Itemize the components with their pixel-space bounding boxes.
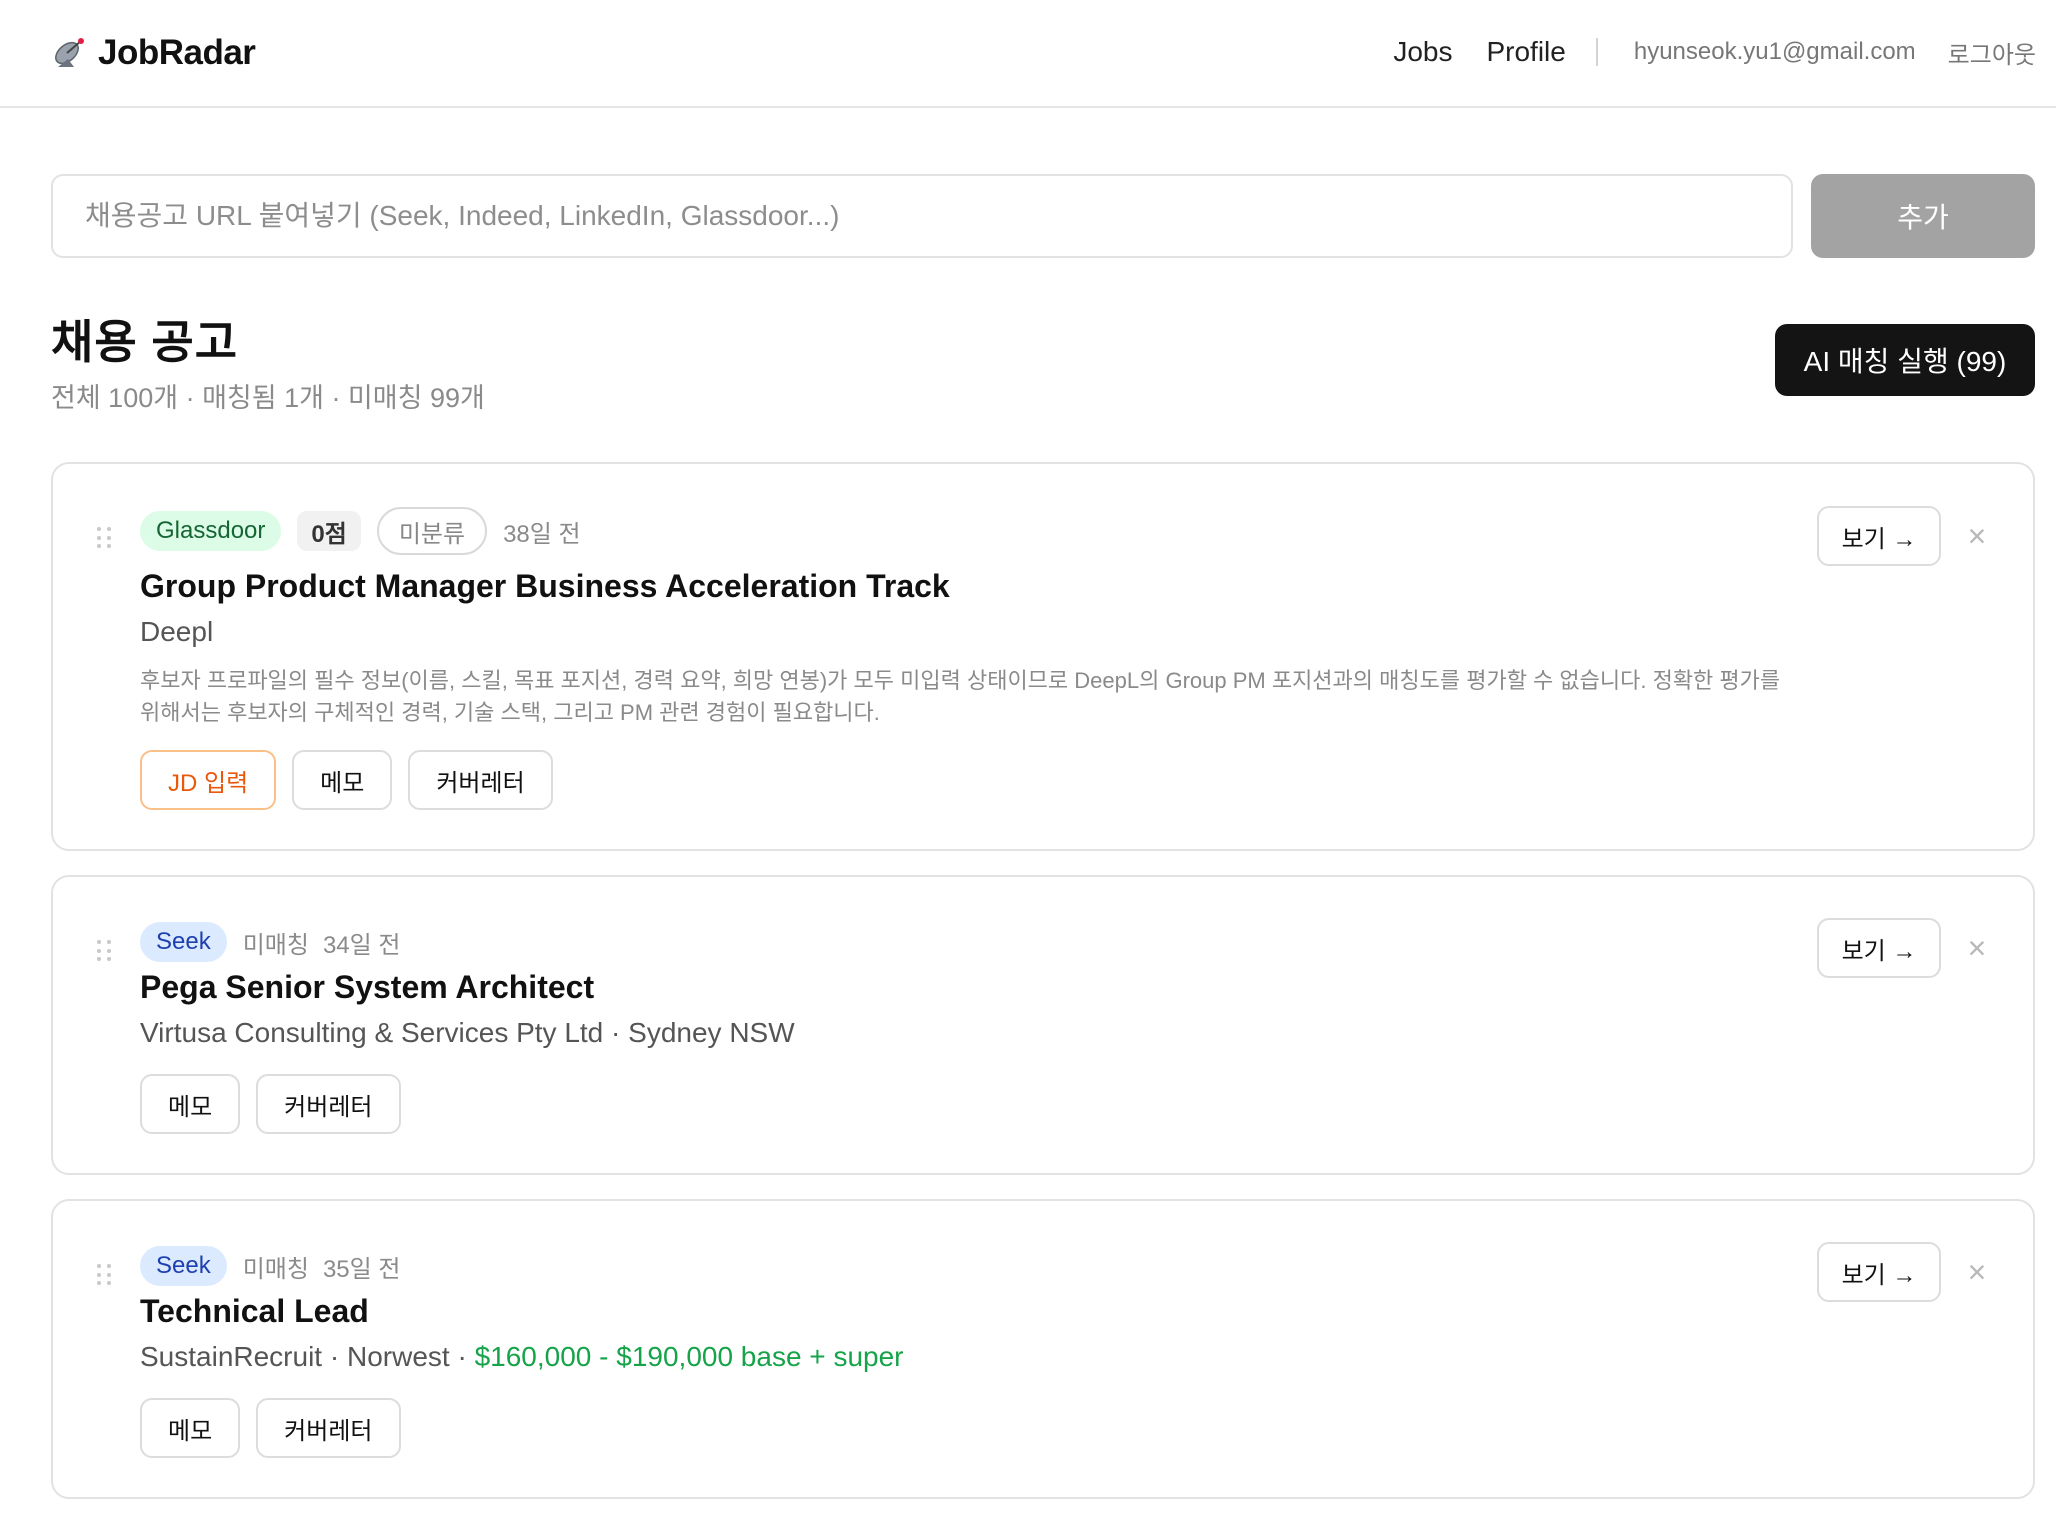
- meta-separator: ·: [449, 1341, 475, 1372]
- remove-job-icon[interactable]: ×: [1959, 518, 1995, 554]
- posted-age: 35일 전: [322, 1255, 401, 1283]
- top-header: JobRadar Jobs Profile hyunseok.yu1@gmail…: [0, 0, 2056, 108]
- job-actions: JD 입력 메모 커버레터: [140, 750, 569, 810]
- match-status: 미매칭: [242, 931, 309, 959]
- drag-handle-icon[interactable]: [97, 1264, 111, 1286]
- match-summary: 후보자 프로파일의 필수 정보(이름, 스킬, 목표 포지션, 경력 요약, 희…: [140, 668, 1781, 725]
- posted-age: 38일 전: [503, 520, 581, 548]
- company-location: SustainRecruit · Norwest · $160,000 - $1…: [140, 1341, 903, 1373]
- app-name: JobRadar: [98, 33, 256, 72]
- job-location: Sydney NSW: [628, 1017, 795, 1048]
- company-location: Virtusa Consulting & Services Pty Ltd · …: [140, 1017, 795, 1049]
- job-meta: Seek 미매칭 34일 전: [140, 918, 400, 966]
- job-actions: 메모 커버레터: [140, 1398, 417, 1458]
- memo-button[interactable]: 메모: [292, 750, 393, 810]
- logout-link[interactable]: 로그아웃: [1948, 35, 2036, 70]
- cover-letter-button[interactable]: 커버레터: [256, 1074, 401, 1134]
- job-title[interactable]: Pega Senior System Architect: [140, 969, 594, 1006]
- job-title[interactable]: Technical Lead: [140, 1293, 369, 1330]
- cover-letter-button[interactable]: 커버레터: [408, 750, 553, 810]
- match-score-badge: 0점: [297, 511, 361, 551]
- source-badge: Seek: [140, 922, 227, 962]
- memo-button[interactable]: 메모: [140, 1398, 241, 1458]
- nav-separator: [1595, 38, 1598, 66]
- satellite-dish-icon: [50, 33, 90, 73]
- user-email: hyunseok.yu1@gmail.com: [1633, 38, 1916, 65]
- view-job-button[interactable]: 보기 →: [1817, 1242, 1941, 1302]
- run-ai-matching-button[interactable]: AI 매칭 실행 (99): [1775, 324, 2035, 396]
- add-job-button[interactable]: 추가: [1811, 174, 2035, 258]
- remove-job-icon[interactable]: ×: [1959, 930, 1995, 966]
- drag-handle-icon[interactable]: [97, 940, 111, 962]
- job-url-input[interactable]: [51, 174, 1793, 258]
- app-logo[interactable]: JobRadar: [50, 30, 256, 76]
- job-card[interactable]: Seek 미매칭 35일 전 Technical Lead SustainRec…: [51, 1199, 2035, 1499]
- meta-separator: ·: [603, 1017, 629, 1048]
- job-title[interactable]: Group Product Manager Business Accelerat…: [140, 568, 950, 605]
- view-job-button[interactable]: 보기 →: [1817, 918, 1941, 978]
- source-badge: Glassdoor: [140, 511, 282, 551]
- company-name: Virtusa Consulting & Services Pty Ltd: [140, 1017, 604, 1048]
- company-name: Deepl: [140, 616, 214, 647]
- job-card[interactable]: Glassdoor 0점 미분류 38일 전 Group Product Man…: [51, 462, 2035, 851]
- company-name: SustainRecruit: [140, 1341, 323, 1372]
- page-title: 채용 공고: [51, 316, 239, 368]
- job-stats: 전체 100개 · 매칭됨 1개 · 미매칭 99개: [51, 383, 485, 413]
- source-badge: Seek: [140, 1246, 227, 1286]
- salary-range: $160,000 - $190,000 base + super: [474, 1341, 904, 1372]
- jd-input-button[interactable]: JD 입력: [140, 750, 277, 810]
- job-meta: Glassdoor 0점 미분류 38일 전: [140, 507, 581, 555]
- job-location: Norwest: [346, 1341, 450, 1372]
- remove-job-icon[interactable]: ×: [1959, 1254, 1995, 1290]
- nav-jobs-link[interactable]: Jobs: [1393, 36, 1452, 68]
- cover-letter-button[interactable]: 커버레터: [256, 1398, 401, 1458]
- job-actions: 메모 커버레터: [140, 1074, 417, 1134]
- drag-handle-icon[interactable]: [97, 527, 111, 549]
- posted-age: 34일 전: [322, 931, 401, 959]
- job-card[interactable]: Seek 미매칭 34일 전 Pega Senior System Archit…: [51, 875, 2035, 1175]
- meta-separator: ·: [322, 1341, 347, 1372]
- view-job-button[interactable]: 보기 →: [1817, 506, 1941, 566]
- job-meta: Seek 미매칭 35일 전: [140, 1242, 400, 1290]
- match-status: 미매칭: [242, 1255, 309, 1283]
- top-nav: Jobs Profile hyunseok.yu1@gmail.com 로그아웃: [1393, 30, 2036, 74]
- nav-profile-link[interactable]: Profile: [1486, 36, 1565, 68]
- category-badge[interactable]: 미분류: [376, 507, 488, 555]
- memo-button[interactable]: 메모: [140, 1074, 241, 1134]
